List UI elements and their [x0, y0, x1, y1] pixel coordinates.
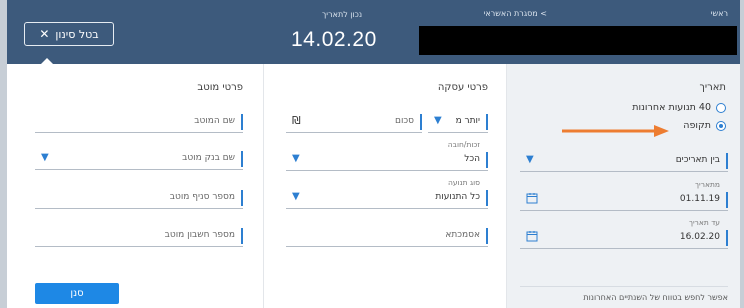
transaction-type-value: כל התנועות [435, 192, 480, 202]
radio-dot-selected [716, 120, 726, 131]
transaction-type-label: סוג תנועה [448, 178, 480, 187]
debit-credit-select[interactable]: הכל ▼ [286, 149, 488, 171]
date-range-value: בין תאריכים [675, 155, 720, 165]
amount-operator-value: יותר מ [455, 116, 480, 126]
payee-panel-title: פרטי מוטב [197, 82, 243, 93]
field-accent-bar [241, 228, 243, 244]
payee-account-placeholder: מספר חשבון מוטב [164, 230, 235, 240]
radio-recent-transactions[interactable]: 40 תנועות אחרונות [632, 102, 726, 113]
transactions-filter-panel: ראשי > מסגרת האשראי נכון לתאריך 14.02.20… [7, 0, 740, 308]
radio-dot [716, 102, 726, 113]
payee-panel: פרטי מוטב שם המוטב שם בנק מוטב ▼ מספר סנ… [7, 64, 264, 308]
as-of-date-value: 14.02.20 [291, 28, 377, 51]
to-date-field[interactable]: 16.02.20 [520, 227, 728, 249]
shekel-icon: ₪ [292, 114, 301, 127]
chevron-down-icon: ▼ [292, 153, 300, 164]
filter-button[interactable]: סנן [35, 283, 119, 304]
payee-name-input[interactable]: שם המוטב [35, 111, 243, 133]
close-icon: ✕ [39, 27, 50, 41]
as-of-date-label: נכון לתאריך [322, 10, 363, 19]
radio-period-label: תקופה [683, 120, 711, 131]
from-date-label: מתאריך [695, 180, 720, 189]
calendar-icon[interactable] [526, 192, 538, 204]
chevron-down-icon: ▼ [41, 152, 49, 163]
to-date-label: עד תאריך [688, 218, 720, 227]
debit-credit-label: זכות/חובה [447, 140, 480, 149]
annotation-arrow-icon [562, 125, 669, 137]
reference-placeholder: אסמכתא [445, 230, 480, 240]
payee-bank-select[interactable]: שם בנק מוטב ▼ [35, 148, 243, 170]
debit-credit-value: הכל [464, 154, 480, 164]
header-bar: ראשי > מסגרת האשראי נכון לתאריך 14.02.20… [7, 0, 740, 65]
calendar-icon[interactable] [526, 230, 538, 242]
chevron-down-icon: ▼ [292, 191, 300, 202]
date-range-note: אפשר לחפש בטווח של השנתיים האחרונות [520, 286, 728, 302]
field-accent-bar [726, 192, 728, 208]
breadcrumb-current[interactable]: > מסגרת האשראי [484, 9, 547, 18]
field-accent-bar [241, 151, 243, 167]
field-accent-bar [241, 114, 243, 130]
field-accent-bar [726, 230, 728, 246]
payee-account-input[interactable]: מספר חשבון מוטב [35, 225, 243, 247]
field-accent-bar [241, 190, 243, 206]
amount-input[interactable]: סכום ₪ [286, 111, 422, 133]
payee-branch-input[interactable]: מספר סניף מוטב [35, 187, 243, 209]
chevron-down-icon: ▼ [526, 154, 534, 165]
date-panel: תאריך 40 תנועות אחרונות תקופה בין תאריכי… [507, 64, 740, 308]
field-accent-bar [420, 114, 422, 130]
cancel-filter-button[interactable]: בטל סינון ✕ [24, 22, 114, 46]
reference-input[interactable]: אסמכתא [286, 225, 488, 247]
date-panel-title: תאריך [699, 82, 726, 93]
redacted-account-block [419, 26, 737, 55]
breadcrumb-home[interactable]: ראשי [711, 9, 728, 18]
chevron-down-icon: ▼ [434, 115, 442, 126]
deal-panel: פרטי עסקה סכום ₪ יותר מ ▼ זכות/חובה הכל … [264, 64, 507, 308]
field-accent-bar [726, 153, 728, 169]
cancel-filter-label: בטל סינון [55, 27, 99, 41]
field-accent-bar [486, 114, 488, 130]
amount-placeholder: סכום [394, 116, 414, 126]
deal-panel-title: פרטי עסקה [437, 82, 488, 93]
field-accent-bar [486, 190, 488, 206]
payee-bank-placeholder: שם בנק מוטב [182, 153, 235, 163]
transaction-type-select[interactable]: כל התנועות ▼ [286, 187, 488, 209]
field-accent-bar [486, 228, 488, 244]
date-range-select[interactable]: בין תאריכים ▼ [520, 150, 728, 172]
radio-period[interactable]: תקופה [683, 120, 726, 131]
field-accent-bar [486, 152, 488, 168]
from-date-value: 01.11.19 [679, 194, 720, 204]
amount-operator-select[interactable]: יותר מ ▼ [428, 111, 488, 133]
payee-name-placeholder: שם המוטב [194, 116, 235, 126]
payee-branch-placeholder: מספר סניף מוטב [169, 192, 235, 202]
radio-recent-label: 40 תנועות אחרונות [632, 102, 711, 113]
from-date-field[interactable]: 01.11.19 [520, 189, 728, 211]
to-date-value: 16.02.20 [679, 232, 720, 242]
